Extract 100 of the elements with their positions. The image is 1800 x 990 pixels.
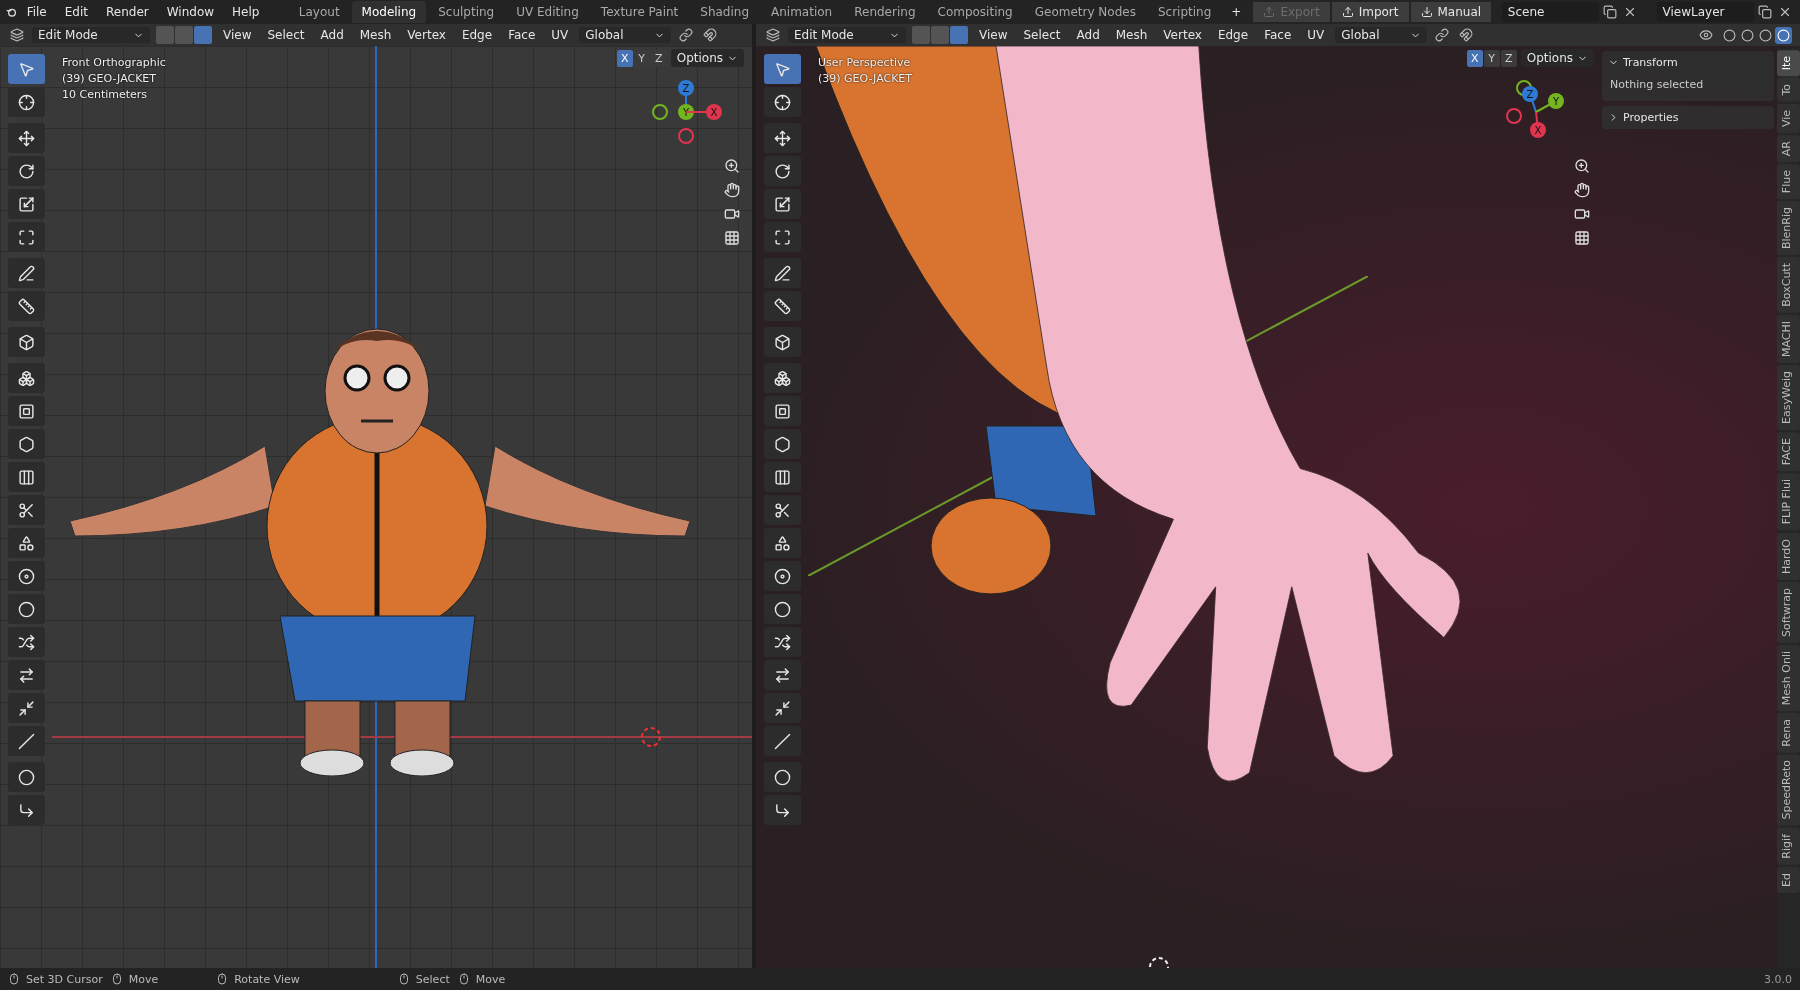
tool-button[interactable] <box>764 327 801 357</box>
sidebar-tab[interactable]: BlenRig <box>1777 201 1800 256</box>
tool-button[interactable] <box>764 762 801 792</box>
shading-button[interactable] <box>1721 26 1738 44</box>
orientation-dropdown[interactable]: Global <box>579 27 672 43</box>
sidebar-tab[interactable]: HardO <box>1777 532 1800 580</box>
shading-button[interactable] <box>1739 26 1756 44</box>
tool-button[interactable] <box>8 363 45 393</box>
tool-button[interactable] <box>8 222 45 252</box>
tool-button[interactable] <box>764 594 801 624</box>
sidebar-tab[interactable]: Ite <box>1777 50 1800 77</box>
tool-button[interactable] <box>764 627 801 657</box>
tool-button[interactable] <box>764 795 801 825</box>
sidebar-tab[interactable]: FACE <box>1777 432 1800 472</box>
tool-button[interactable] <box>764 660 801 690</box>
sidebar-tab[interactable]: Vie <box>1777 103 1800 134</box>
header-menu[interactable]: Select <box>1018 27 1066 43</box>
header-menu[interactable]: Mesh <box>1110 27 1153 43</box>
select-mode-toggle[interactable] <box>912 26 930 44</box>
pivot-button[interactable] <box>1433 26 1452 44</box>
mirror-axis-toggle[interactable]: Z <box>1500 49 1517 67</box>
tool-button[interactable] <box>764 291 801 321</box>
mode-dropdown[interactable]: Edit Mode <box>32 27 150 43</box>
sidebar-tab[interactable]: AR <box>1777 135 1800 163</box>
sidebar-tab[interactable]: Ed <box>1777 866 1800 893</box>
orientation-dropdown[interactable]: Global <box>1335 27 1428 43</box>
sidebar-tab[interactable]: MACHI <box>1777 315 1800 364</box>
tool-button[interactable] <box>8 291 45 321</box>
header-button[interactable]: Manual <box>1410 2 1492 22</box>
header-menu[interactable]: UV <box>1302 27 1330 43</box>
sidebar-tab[interactable]: Flue <box>1777 164 1800 200</box>
header-menu[interactable]: Edge <box>456 27 498 43</box>
tool-button[interactable] <box>764 726 801 756</box>
sidebar-tab[interactable]: Rena <box>1777 712 1800 753</box>
tool-button[interactable] <box>8 189 45 219</box>
tool-button[interactable] <box>8 795 45 825</box>
tool-button[interactable] <box>8 561 45 591</box>
sidebar-tab[interactable]: To <box>1777 78 1800 102</box>
mode-dropdown[interactable]: Edit Mode <box>788 27 906 43</box>
mirror-axis-toggle[interactable]: X <box>616 49 633 67</box>
tool-button[interactable] <box>8 123 45 153</box>
workspace-tab[interactable]: Layout <box>288 1 350 23</box>
workspace-tab[interactable]: Texture Paint <box>590 1 689 23</box>
select-mode-toggle[interactable] <box>175 26 193 44</box>
options-dropdown[interactable]: Options <box>670 49 744 67</box>
mirror-axis-toggle[interactable]: X <box>1466 49 1483 67</box>
sidebar-tab[interactable]: EasyWeig <box>1777 365 1800 431</box>
tool-button[interactable] <box>8 762 45 792</box>
tool-button[interactable] <box>764 429 801 459</box>
tool-button[interactable] <box>764 396 801 426</box>
workspace-tab[interactable]: Sculpting <box>428 1 505 23</box>
editor-type-button[interactable] <box>8 26 26 44</box>
sidebar-tab[interactable]: Softwrap <box>1777 581 1800 643</box>
tool-button[interactable] <box>8 693 45 723</box>
shading-button[interactable] <box>1757 26 1774 44</box>
workspace-tab[interactable]: Geometry Nodes <box>1024 1 1146 23</box>
panel-header[interactable]: Properties <box>1602 106 1774 129</box>
copy-button[interactable] <box>1756 3 1774 21</box>
tool-button[interactable] <box>8 627 45 657</box>
tool-button[interactable] <box>764 222 801 252</box>
tool-button[interactable] <box>764 123 801 153</box>
header-button[interactable]: Import <box>1331 2 1409 22</box>
workspace-tab[interactable]: Animation <box>761 1 843 23</box>
sidebar-tab[interactable]: FLIP Flui <box>1777 473 1800 531</box>
workspace-tab[interactable]: Compositing <box>927 1 1023 23</box>
header-menu[interactable]: View <box>218 27 257 43</box>
tool-button[interactable] <box>8 156 45 186</box>
tool-button[interactable] <box>764 189 801 219</box>
header-menu[interactable]: Mesh <box>354 27 397 43</box>
tool-button[interactable] <box>764 258 801 288</box>
menu-item[interactable]: Render <box>98 2 157 22</box>
sidebar-tab[interactable]: Mesh Onli <box>1777 644 1800 711</box>
tool-button[interactable] <box>764 693 801 723</box>
header-menu[interactable]: UV <box>546 27 574 43</box>
tool-button[interactable] <box>8 594 45 624</box>
shading-button[interactable] <box>1775 26 1792 44</box>
header-menu[interactable]: Vertex <box>1158 27 1207 43</box>
pivot-button[interactable] <box>677 26 696 44</box>
header-menu[interactable]: Select <box>262 27 310 43</box>
header-menu[interactable]: Edge <box>1212 27 1254 43</box>
menu-item[interactable]: Window <box>158 2 223 22</box>
tool-button[interactable] <box>764 495 801 525</box>
tool-button[interactable] <box>8 660 45 690</box>
tool-button[interactable] <box>8 495 45 525</box>
view-layer-field[interactable]: ViewLayer <box>1656 2 1754 22</box>
sidebar-tab[interactable]: BoxCutt <box>1777 257 1800 314</box>
navigation-gizmo[interactable]: Z Y X <box>1498 74 1574 150</box>
header-menu[interactable]: Face <box>1259 27 1297 43</box>
menu-item[interactable]: Help <box>224 2 268 22</box>
scene-field[interactable]: Scene <box>1501 2 1600 22</box>
tool-button[interactable] <box>8 258 45 288</box>
select-mode-toggle[interactable] <box>156 26 174 44</box>
panel-header[interactable]: Transform <box>1602 51 1774 74</box>
workspace-tab[interactable]: Modeling <box>351 1 427 23</box>
mirror-axis-toggle[interactable]: Y <box>1483 49 1500 67</box>
add-workspace-button[interactable]: + <box>1223 2 1250 22</box>
tool-button[interactable] <box>8 726 45 756</box>
workspace-tab[interactable]: Rendering <box>844 1 926 23</box>
header-menu[interactable]: Add <box>315 27 349 43</box>
tool-button[interactable] <box>764 87 801 117</box>
